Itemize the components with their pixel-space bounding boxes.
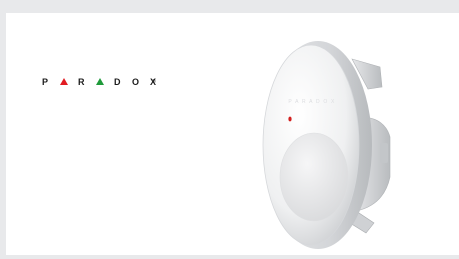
logo-letter-o: O (132, 77, 140, 87)
embossed-brand-text: P A R A D O X (288, 99, 335, 105)
paradox-logo: P R D O X ® (42, 77, 156, 87)
logo-red-triangle-icon (60, 77, 68, 85)
logo-registered-mark: ® (152, 79, 156, 85)
logo-letter-p: P (42, 77, 49, 87)
image-panel: P R D O X ® P A R A D O X (6, 13, 459, 255)
motion-detector-device: P A R A D O X (262, 41, 391, 249)
logo-letter-d: D (114, 77, 121, 87)
logo-letter-r: R (78, 77, 85, 87)
pir-lens (279, 132, 349, 222)
logo-green-triangle-icon (96, 77, 104, 85)
status-led-icon (288, 116, 292, 122)
